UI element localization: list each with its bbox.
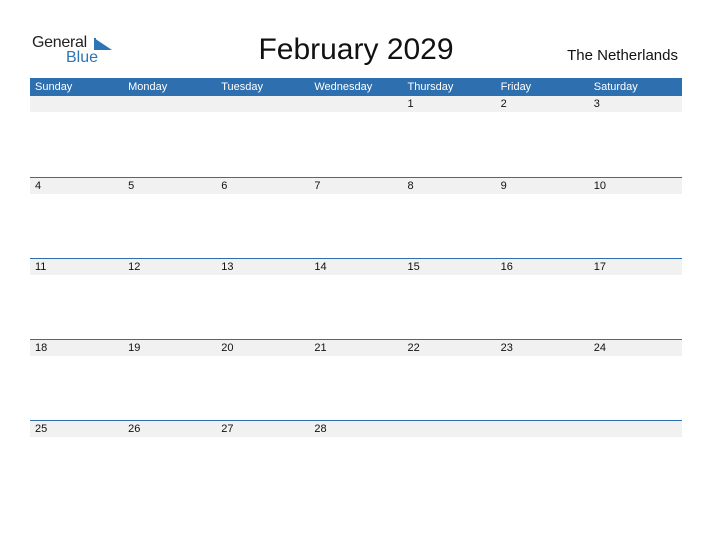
day-cell: 12 — [128, 261, 141, 273]
weekday-friday: Friday — [500, 81, 532, 93]
day-cell: 8 — [407, 180, 414, 192]
day-cell: 19 — [128, 342, 141, 354]
weekday-sunday: Sunday — [35, 81, 73, 93]
weekday-wednesday: Wednesday — [314, 81, 373, 93]
weekday-tuesday: Tuesday — [221, 81, 264, 93]
week-row: 25 26 27 28 — [30, 420, 682, 437]
day-cell: 5 — [128, 180, 135, 192]
day-cell — [123, 96, 216, 112]
day-cell: 22 — [407, 342, 420, 354]
day-cell: 15 — [407, 261, 420, 273]
country-label: The Netherlands — [567, 47, 678, 64]
day-cell: 6 — [221, 180, 228, 192]
day-cell: 21 — [314, 342, 327, 354]
day-cell: 2 — [500, 98, 507, 110]
day-cell: 16 — [500, 261, 513, 273]
day-cell — [216, 96, 309, 112]
day-cell: 11 — [35, 261, 47, 273]
week-row: 18 19 20 21 22 23 24 — [30, 339, 682, 356]
day-cell — [309, 96, 402, 112]
day-cell — [496, 421, 589, 437]
day-cell: 3 — [593, 98, 600, 110]
date-row: 1 2 3 — [30, 96, 682, 112]
day-cell: 9 — [500, 180, 507, 192]
week-row: 11 12 13 14 15 16 17 — [30, 258, 682, 275]
date-row: 11 12 13 14 15 16 17 — [30, 259, 682, 275]
day-cell: 7 — [314, 180, 321, 192]
day-cell: 26 — [128, 423, 141, 435]
day-cell: 4 — [35, 180, 42, 192]
day-cell — [589, 421, 682, 437]
day-cell: 14 — [314, 261, 327, 273]
day-cell: 24 — [593, 342, 606, 354]
day-cell: 13 — [221, 261, 234, 273]
weekday-thursday: Thursday — [407, 81, 454, 93]
day-cell: 23 — [500, 342, 513, 354]
weekday-monday: Monday — [128, 81, 168, 93]
day-cell — [30, 96, 123, 112]
day-cell: 17 — [593, 261, 606, 273]
day-cell: 20 — [221, 342, 234, 354]
day-cell: 25 — [35, 423, 48, 435]
day-cell: 1 — [407, 98, 414, 110]
day-cell — [403, 421, 496, 437]
day-cell: 10 — [593, 180, 606, 192]
weekday-header: Sunday Monday Tuesday Wednesday Thursday… — [30, 78, 682, 96]
day-cell: 28 — [314, 423, 327, 435]
weekday-saturday: Saturday — [593, 81, 638, 93]
week-row: 1 2 3 — [30, 96, 682, 112]
date-row: 4 5 6 7 8 9 10 — [30, 178, 682, 194]
day-cell: 18 — [35, 342, 48, 354]
date-row: 18 19 20 21 22 23 24 — [30, 340, 682, 356]
week-row: 4 5 6 7 8 9 10 — [30, 177, 682, 194]
date-row: 25 26 27 28 — [30, 421, 682, 437]
calendar-grid: Sunday Monday Tuesday Wednesday Thursday… — [30, 78, 682, 437]
day-cell: 27 — [221, 423, 234, 435]
